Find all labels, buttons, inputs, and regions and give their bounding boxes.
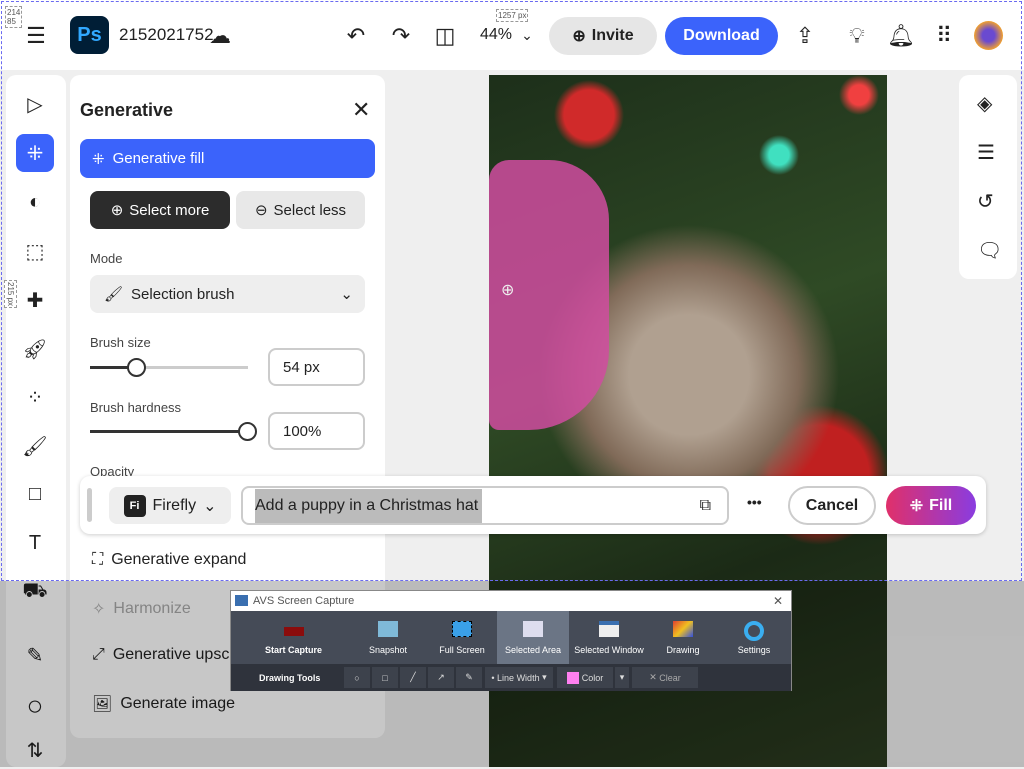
measure-height: 215 px xyxy=(4,280,17,309)
line-tool-icon[interactable]: ╱ xyxy=(400,667,426,688)
settings-button[interactable]: Settings xyxy=(721,611,787,664)
capture-selection-box[interactable] xyxy=(1,1,1022,581)
selected-area-button[interactable]: Selected Area xyxy=(497,611,569,664)
color-dropdown-arrow[interactable]: ▾ xyxy=(615,667,629,688)
full-screen-icon xyxy=(452,621,472,637)
pencil-tool-icon[interactable]: ✎ xyxy=(456,667,482,688)
button-label: Full Screen xyxy=(439,645,485,655)
line-width-dropdown[interactable]: • Line Width ▾ xyxy=(485,667,553,688)
record-icon xyxy=(283,627,304,636)
start-capture-button[interactable]: Start Capture xyxy=(241,611,346,664)
full-screen-button[interactable]: Full Screen xyxy=(427,611,497,664)
selected-area-icon xyxy=(523,621,543,637)
drawing-button[interactable]: Drawing xyxy=(651,611,715,664)
button-label: Settings xyxy=(737,645,771,655)
rectangle-tool-icon[interactable]: □ xyxy=(372,667,398,688)
color-swatch xyxy=(566,671,579,684)
button-label: Selected Window xyxy=(574,645,644,655)
ellipse-tool-icon[interactable]: ○ xyxy=(344,667,370,688)
camera-icon xyxy=(378,621,398,637)
close-icon[interactable]: ✕ xyxy=(773,594,783,608)
snapshot-button[interactable]: Snapshot xyxy=(355,611,421,664)
measure-top-left: 214 85 xyxy=(5,6,23,28)
avs-app-icon xyxy=(235,595,248,606)
line-width-label: Line Width xyxy=(497,672,540,683)
button-label: Snapshot xyxy=(368,645,408,655)
button-label: Selected Area xyxy=(504,645,562,655)
avs-title: AVS Screen Capture xyxy=(253,595,355,607)
gear-icon xyxy=(744,621,764,641)
button-label: Start Capture xyxy=(264,645,322,655)
drawing-tools-label: Drawing Tools xyxy=(259,673,321,683)
avs-title-bar[interactable]: AVS Screen Capture ✕ xyxy=(231,591,791,611)
arrow-tool-icon[interactable]: ↗ xyxy=(428,667,454,688)
color-label: Color xyxy=(581,672,604,683)
selected-window-button[interactable]: Selected Window xyxy=(569,611,649,664)
clear-button[interactable]: ✕ Clear xyxy=(632,667,698,688)
color-picker[interactable]: Color xyxy=(557,667,613,688)
button-label: Drawing xyxy=(666,645,700,655)
clear-label: Clear xyxy=(659,672,681,683)
selected-window-icon xyxy=(599,621,619,637)
measure-width: 1257 px xyxy=(496,9,529,22)
drawing-icon xyxy=(673,621,693,637)
avs-screen-capture-window: AVS Screen Capture ✕ Start Capture Snapsh… xyxy=(230,590,792,691)
